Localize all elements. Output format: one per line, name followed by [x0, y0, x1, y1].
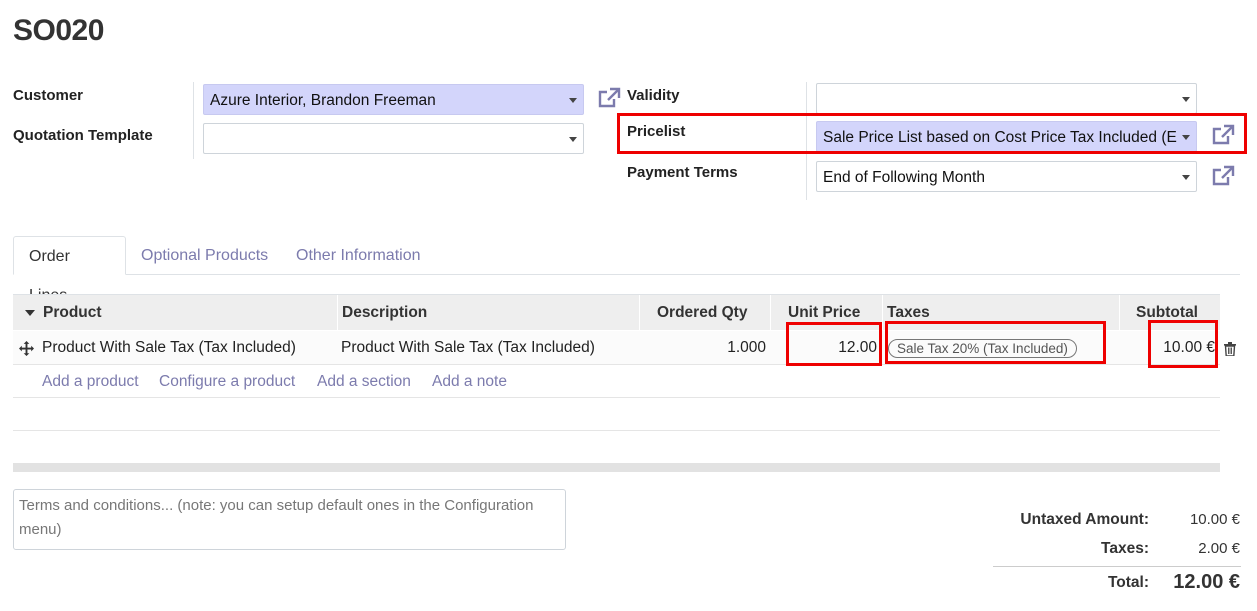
untaxed-amount-label: Untaxed Amount:	[1020, 511, 1149, 528]
quotation-template-field[interactable]	[203, 123, 584, 154]
horizontal-scrollbar[interactable]	[13, 463, 1220, 472]
caret-down-icon[interactable]	[569, 137, 577, 142]
add-line-row: Add a product Configure a product Add a …	[13, 365, 1220, 398]
column-divider	[770, 295, 771, 331]
row-unit-price[interactable]: 12.00	[793, 331, 877, 365]
external-link-icon[interactable]	[597, 87, 621, 109]
totals-divider	[993, 566, 1241, 567]
payment-terms-value: End of Following Month	[823, 169, 985, 186]
column-divider	[337, 295, 338, 331]
external-link-icon[interactable]	[1211, 165, 1235, 187]
col-subtotal[interactable]: Subtotal	[1136, 295, 1198, 331]
configure-product-link[interactable]: Configure a product	[159, 365, 295, 398]
customer-label: Customer	[13, 87, 84, 104]
payment-terms-label: Payment Terms	[627, 164, 738, 181]
external-link-icon[interactable]	[1211, 124, 1235, 146]
payment-terms-field[interactable]: End of Following Month	[816, 161, 1197, 192]
caret-down-icon[interactable]	[25, 310, 35, 316]
tab-other-information[interactable]: Other Information	[281, 236, 436, 275]
row-description[interactable]: Product With Sale Tax (Tax Included)	[341, 331, 595, 365]
column-divider	[639, 295, 640, 331]
row-ordered-qty[interactable]: 1.000	[653, 331, 766, 365]
row-product[interactable]: Product With Sale Tax (Tax Included)	[42, 331, 296, 365]
tab-optional-products[interactable]: Optional Products	[126, 236, 283, 275]
column-divider	[882, 295, 883, 331]
tax-tag[interactable]: Sale Tax 20% (Tax Included)	[888, 339, 1077, 358]
customer-field[interactable]: Azure Interior, Brandon Freeman	[203, 84, 584, 115]
validity-label: Validity	[627, 87, 680, 104]
col-product[interactable]: Product	[43, 295, 102, 331]
column-divider	[1119, 295, 1120, 331]
drag-handle-icon[interactable]	[19, 341, 34, 356]
field-separator	[806, 82, 807, 200]
taxes-label: Taxes:	[1101, 540, 1149, 557]
pricelist-field[interactable]: Sale Price List based on Cost Price Tax …	[816, 121, 1197, 152]
quotation-template-label: Quotation Template	[13, 127, 153, 144]
notebook-tabs: Order Lines Optional Products Other Info…	[13, 236, 1240, 304]
trash-icon[interactable]	[1224, 342, 1236, 356]
table-row[interactable]: Product With Sale Tax (Tax Included) Pro…	[13, 331, 1236, 365]
add-product-link[interactable]: Add a product	[42, 365, 139, 398]
total-value: 12.00 €	[1173, 571, 1240, 593]
caret-down-icon[interactable]	[1182, 175, 1190, 180]
add-note-link[interactable]: Add a note	[432, 365, 507, 398]
untaxed-amount-value: 10.00 €	[1189, 511, 1240, 528]
order-lines-header: Product Description Ordered Qty Unit Pri…	[13, 294, 1220, 331]
tab-order-lines[interactable]: Order Lines	[13, 236, 126, 304]
col-taxes[interactable]: Taxes	[887, 295, 930, 331]
pricelist-label: Pricelist	[627, 123, 686, 140]
add-section-link[interactable]: Add a section	[317, 365, 411, 398]
empty-row	[13, 431, 1220, 464]
col-unit-price[interactable]: Unit Price	[788, 295, 860, 331]
caret-down-icon[interactable]	[1182, 97, 1190, 102]
empty-row	[13, 398, 1220, 431]
caret-down-icon[interactable]	[1182, 135, 1190, 140]
total-label: Total:	[1107, 574, 1149, 591]
page-title: SO020	[13, 14, 104, 47]
col-description[interactable]: Description	[342, 295, 427, 331]
row-subtotal: 10.00 €	[1163, 339, 1215, 356]
customer-value: Azure Interior, Brandon Freeman	[210, 92, 436, 109]
validity-field[interactable]	[816, 83, 1197, 114]
caret-down-icon[interactable]	[569, 98, 577, 103]
terms-textarea[interactable]: Terms and conditions... (note: you can s…	[13, 489, 566, 550]
col-ordered-qty[interactable]: Ordered Qty	[657, 295, 747, 331]
taxes-value: 2.00 €	[1198, 540, 1240, 557]
field-separator	[193, 82, 194, 159]
pricelist-value: Sale Price List based on Cost Price Tax …	[823, 129, 1177, 146]
